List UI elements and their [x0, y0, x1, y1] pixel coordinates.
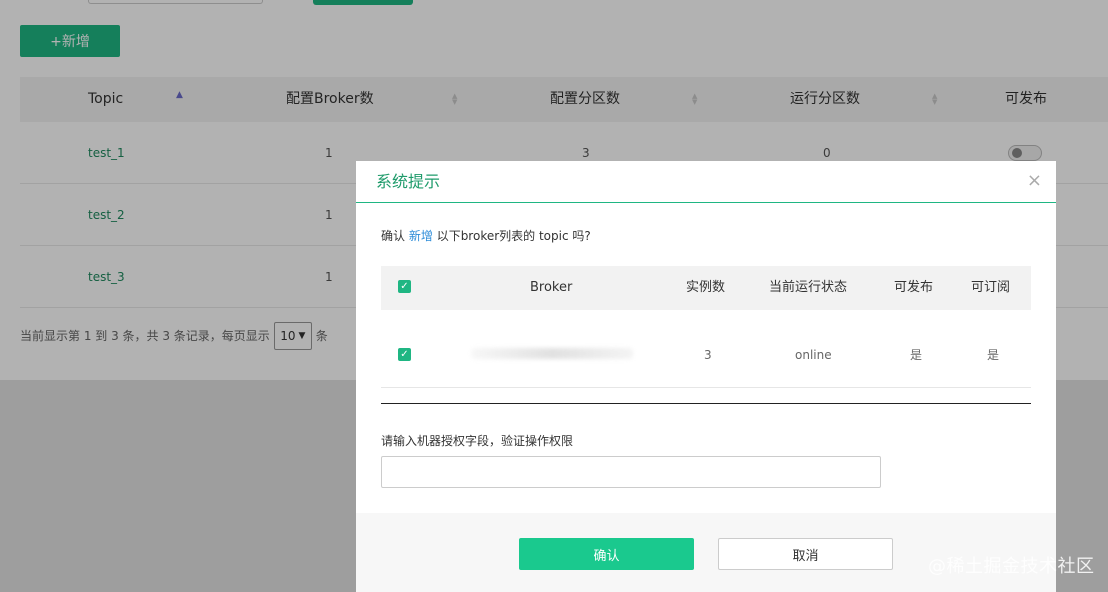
select-all-checkbox[interactable]: ✓: [398, 280, 411, 293]
watermark: @稀土掘金技术社区: [928, 556, 1095, 577]
subscribable-value: 是: [987, 348, 1000, 362]
broker-name-redacted: [471, 348, 633, 359]
column-header-broker: Broker: [530, 280, 573, 295]
instance-count: 3: [704, 348, 712, 362]
dialog-header: 系统提示 ×: [356, 161, 1056, 203]
confirm-button[interactable]: 确认: [519, 538, 694, 570]
confirm-message: 确认 新增 以下broker列表的 topic 吗?: [381, 227, 591, 244]
auth-field-label: 请输入机器授权字段，验证操作权限: [381, 434, 574, 448]
broker-table-header: ✓ Broker 实例数 当前运行状态 可发布 可订阅: [381, 266, 1031, 310]
dialog-title: 系统提示: [376, 172, 441, 191]
confirm-prefix: 确认: [381, 229, 406, 243]
cancel-button[interactable]: 取消: [718, 538, 893, 570]
column-header-subscribable: 可订阅: [971, 280, 1011, 295]
close-icon[interactable]: ×: [1027, 171, 1042, 191]
column-header-instances: 实例数: [686, 280, 726, 295]
row-checkbox[interactable]: ✓: [398, 348, 411, 361]
column-header-status: 当前运行状态: [769, 280, 848, 295]
confirm-suffix: 以下broker列表的 topic 吗?: [436, 229, 591, 243]
system-prompt-dialog: 系统提示 × 确认 新增 以下broker列表的 topic 吗? ✓ Brok…: [356, 161, 1056, 592]
broker-row: ✓ 3 online 是 是: [381, 310, 1031, 388]
column-header-publishable: 可发布: [894, 280, 934, 295]
auth-field-input[interactable]: [381, 456, 881, 488]
running-status: online: [795, 348, 832, 362]
divider: [381, 403, 1031, 404]
confirm-action: 新增: [408, 229, 433, 243]
publishable-value: 是: [910, 348, 923, 362]
